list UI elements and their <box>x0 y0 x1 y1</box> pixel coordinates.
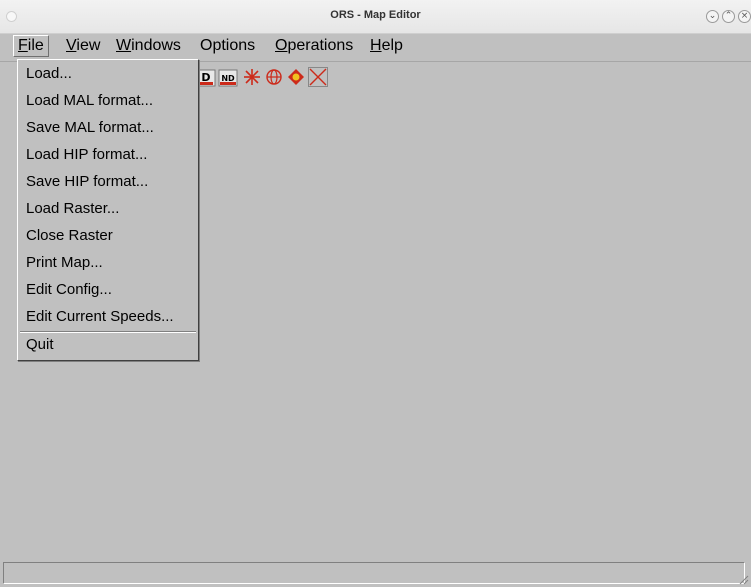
menu-operations-label: Operations <box>275 37 354 54</box>
d-tool-icon[interactable]: D <box>196 67 216 87</box>
menu-options[interactable]: Options <box>196 35 259 57</box>
resize-grip-icon[interactable] <box>737 573 749 585</box>
title-bar: ORS - Map Editor ⌄ ⌃ × <box>0 0 751 34</box>
window-title: ORS - Map Editor <box>330 9 421 21</box>
menu-item-edit-config[interactable]: Edit Config... <box>26 278 112 302</box>
file-menu-dropdown: Load... Load MAL format... Save MAL form… <box>17 59 199 361</box>
menu-help[interactable]: Help <box>366 35 407 57</box>
menu-help-label: Help <box>370 37 403 54</box>
menu-file[interactable]: File <box>13 35 49 57</box>
status-bar <box>3 562 745 584</box>
nd-tool-icon[interactable]: ND <box>218 67 238 87</box>
menu-item-close-raster[interactable]: Close Raster <box>26 224 113 248</box>
menu-item-edit-current-speeds[interactable]: Edit Current Speeds... <box>26 305 174 329</box>
close-icon[interactable]: × <box>738 10 751 23</box>
menu-file-label: File <box>18 37 44 54</box>
menu-options-label: Options <box>200 37 256 54</box>
menu-view-label: View <box>66 37 101 54</box>
menu-operations[interactable]: Operations <box>271 35 357 57</box>
diamond-tool-icon[interactable] <box>286 67 306 87</box>
globe-tool-icon[interactable] <box>264 67 284 87</box>
cross-tool-icon[interactable] <box>308 67 328 87</box>
menu-item-load-raster[interactable]: Load Raster... <box>26 197 119 221</box>
menu-item-quit[interactable]: Quit <box>26 333 54 357</box>
menu-item-save-hip[interactable]: Save HIP format... <box>26 170 148 194</box>
menu-item-load[interactable]: Load... <box>26 62 72 86</box>
maximize-icon[interactable]: ⌃ <box>722 10 735 23</box>
nd-tool-label: ND <box>221 74 235 83</box>
menu-view[interactable]: View <box>62 35 104 57</box>
menu-item-save-mal[interactable]: Save MAL format... <box>26 116 154 140</box>
menu-item-load-mal[interactable]: Load MAL format... <box>26 89 153 113</box>
menu-bar: File View Windows Options Operations Hel… <box>0 34 751 58</box>
d-tool-label: D <box>201 71 210 84</box>
star-tool-icon[interactable] <box>242 67 262 87</box>
minimize-icon[interactable]: ⌄ <box>706 10 719 23</box>
menu-item-load-hip[interactable]: Load HIP format... <box>26 143 147 167</box>
menu-windows[interactable]: Windows <box>112 35 185 57</box>
menu-item-print-map[interactable]: Print Map... <box>26 251 103 275</box>
menu-windows-label: Windows <box>116 37 181 54</box>
